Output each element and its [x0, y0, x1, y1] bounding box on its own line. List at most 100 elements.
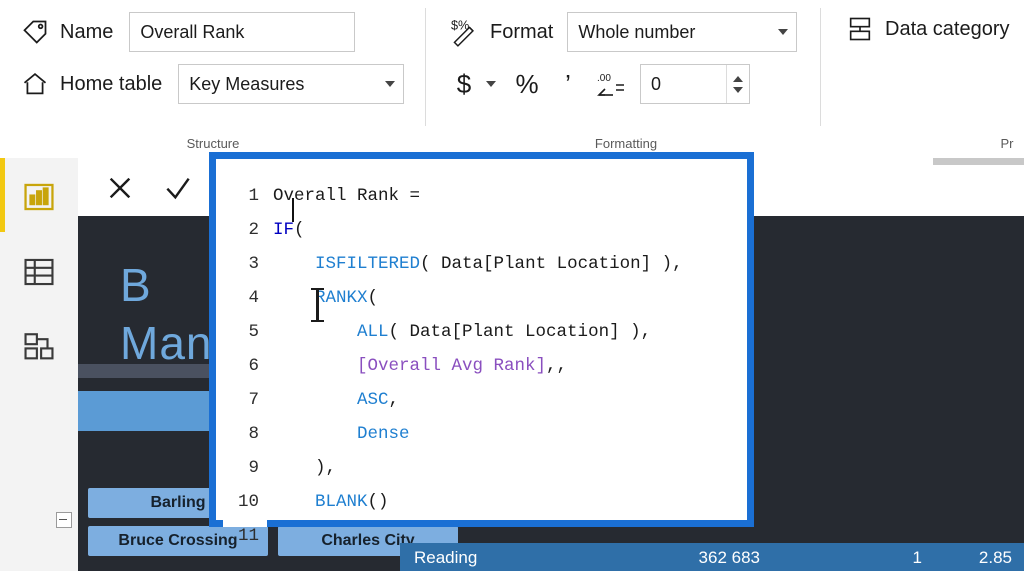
format-label: Format: [490, 20, 554, 43]
dax-token-plain: [273, 390, 357, 410]
dax-line-number: 10: [237, 492, 259, 512]
ribbon-divider-1: [425, 8, 426, 126]
dax-token-plain: (): [367, 492, 389, 512]
dax-token-plain: [273, 424, 357, 444]
percent-icon[interactable]: %: [510, 65, 544, 103]
dax-line-number: 9: [248, 458, 259, 478]
dax-code-line[interactable]: 3 ISFILTERED( Data[Plant Location] ),: [223, 247, 754, 281]
dax-token-fn: Dense: [357, 424, 410, 444]
name-field-row: Name Overall Rank: [18, 12, 356, 52]
home-table-field-row: Home table Key Measures: [18, 64, 405, 104]
name-label: Name: [60, 20, 114, 43]
dax-token-plain: [273, 322, 357, 342]
code-fold-toggle[interactable]: [56, 512, 72, 528]
dax-formula-editor[interactable]: 1 Overall Rank = 2 IF(3 ISFILTERED( Data[Pl…: [209, 152, 754, 546]
dax-code-line[interactable]: 6 [Overall Avg Rank],,: [223, 349, 754, 383]
dax-code-line[interactable]: 9 ),: [223, 451, 754, 485]
spinner-up-icon[interactable]: [733, 75, 743, 82]
dax-token-plain: (: [367, 288, 379, 308]
dax-line-text: BLANK(): [273, 492, 389, 512]
tag-icon: [18, 15, 52, 49]
dax-code-line[interactable]: 10 BLANK(): [223, 485, 754, 519]
cancel-formula-button[interactable]: [100, 168, 140, 208]
dax-token-plain: ,,: [546, 356, 568, 376]
dax-code-line[interactable]: 1 Overall Rank =: [223, 179, 754, 213]
dax-line-number: 4: [248, 288, 259, 308]
dax-code-line[interactable]: 2 IF(: [223, 213, 754, 247]
home-icon: [18, 67, 52, 101]
sidebar-item-data-view[interactable]: [18, 251, 60, 293]
group-label-structure: Structure: [186, 136, 240, 151]
dax-code-line[interactable]: 8 Dense: [223, 417, 754, 451]
decimal-places-value: 0: [651, 73, 662, 94]
dax-line-number: 1: [248, 186, 259, 206]
dax-token-fn: BLANK: [315, 492, 368, 512]
dax-code-line[interactable]: 4 RANKX(: [223, 281, 754, 315]
dax-line-number: 3: [248, 254, 259, 274]
group-label-formatting: Formatting: [594, 136, 658, 151]
table-cell-value2: 1: [912, 548, 922, 567]
chevron-down-icon: [778, 29, 789, 35]
dax-line-text: RANKX(: [273, 288, 378, 308]
format-value: Whole number: [578, 21, 696, 42]
mouse-text-cursor-icon: [311, 288, 324, 322]
decimal-decrease-icon[interactable]: .00: [592, 65, 628, 103]
decimal-places-spinner[interactable]: [726, 65, 749, 103]
sidebar-item-model-view[interactable]: [18, 326, 60, 368]
data-category-label: Data category: [885, 17, 1010, 40]
spinner-down-icon[interactable]: [733, 86, 743, 93]
data-category-row: Data category: [843, 12, 1010, 46]
currency-chevron-down-icon[interactable]: [486, 81, 496, 87]
dax-code-line[interactable]: 11: [223, 519, 754, 553]
sidebar-item-report-view[interactable]: [18, 176, 60, 218]
chevron-down-icon: [385, 81, 396, 87]
dax-token-plain: [273, 492, 315, 512]
dax-line-text: Dense: [273, 424, 410, 444]
text-caret: [292, 198, 294, 222]
dax-line-number: 11: [237, 526, 259, 546]
comma-icon[interactable]: ’: [554, 65, 582, 103]
dax-line-text: ASC,: [273, 390, 399, 410]
dax-line-text: [Overall Avg Rank],,: [273, 356, 567, 376]
dax-code-line[interactable]: 5 ALL( Data[Plant Location] ),: [223, 315, 754, 349]
dax-token-fn: ALL: [357, 322, 389, 342]
dax-line-text: ),: [273, 458, 336, 478]
home-table-value: Key Measures: [189, 73, 305, 94]
dax-token-plain: [273, 288, 315, 308]
dax-line-text: ALL( Data[Plant Location] ),: [273, 322, 651, 342]
dax-token-plain: [273, 254, 315, 274]
slicer-chip-bruce-crossing-label: Bruce Crossing: [118, 532, 238, 549]
ribbon-divider-2: [820, 8, 821, 126]
dax-line-text: ISFILTERED( Data[Plant Location] ),: [273, 254, 683, 274]
dax-token-fn: ASC: [357, 390, 389, 410]
left-rail-active-indicator: [0, 158, 5, 232]
dax-line-number: 7: [248, 390, 259, 410]
dax-token-plain: Overall Rank =: [273, 186, 421, 206]
ribbon: Name Overall Rank Home table Key Measure…: [0, 0, 1024, 158]
slicer-chip-barling-label: Barling: [150, 494, 206, 511]
commit-formula-button[interactable]: [158, 168, 198, 208]
dax-token-measure: [Overall Avg Rank]: [357, 356, 547, 376]
dax-line-number: 8: [248, 424, 259, 444]
data-category-icon: [843, 12, 877, 46]
dax-code-line[interactable]: 7 ASC,: [223, 383, 754, 417]
format-select[interactable]: Whole number: [567, 12, 798, 52]
dax-token-fn: ISFILTERED: [315, 254, 421, 274]
home-table-select[interactable]: Key Measures: [178, 64, 405, 104]
home-table-label: Home table: [60, 72, 163, 95]
dax-token-plain: ),: [273, 458, 337, 478]
currency-icon[interactable]: $: [450, 65, 478, 103]
dax-token-plain: (: [294, 220, 305, 240]
dax-token-kw: IF: [273, 220, 295, 240]
dax-line-number: 2: [248, 220, 259, 240]
name-input[interactable]: Overall Rank: [129, 12, 356, 52]
left-rail: [0, 158, 79, 571]
decimal-places-stepper[interactable]: 0: [640, 64, 750, 104]
dax-line-number: 6: [248, 356, 259, 376]
group-label-properties: Pr: [1000, 136, 1014, 151]
dax-token-plain: [273, 356, 357, 376]
dax-token-plain: ( Data[Plant Location] ),: [420, 254, 683, 274]
dax-line-number: 5: [248, 322, 259, 342]
name-input-value: Overall Rank: [140, 21, 245, 42]
horizontal-scrollbar[interactable]: [933, 158, 1024, 165]
